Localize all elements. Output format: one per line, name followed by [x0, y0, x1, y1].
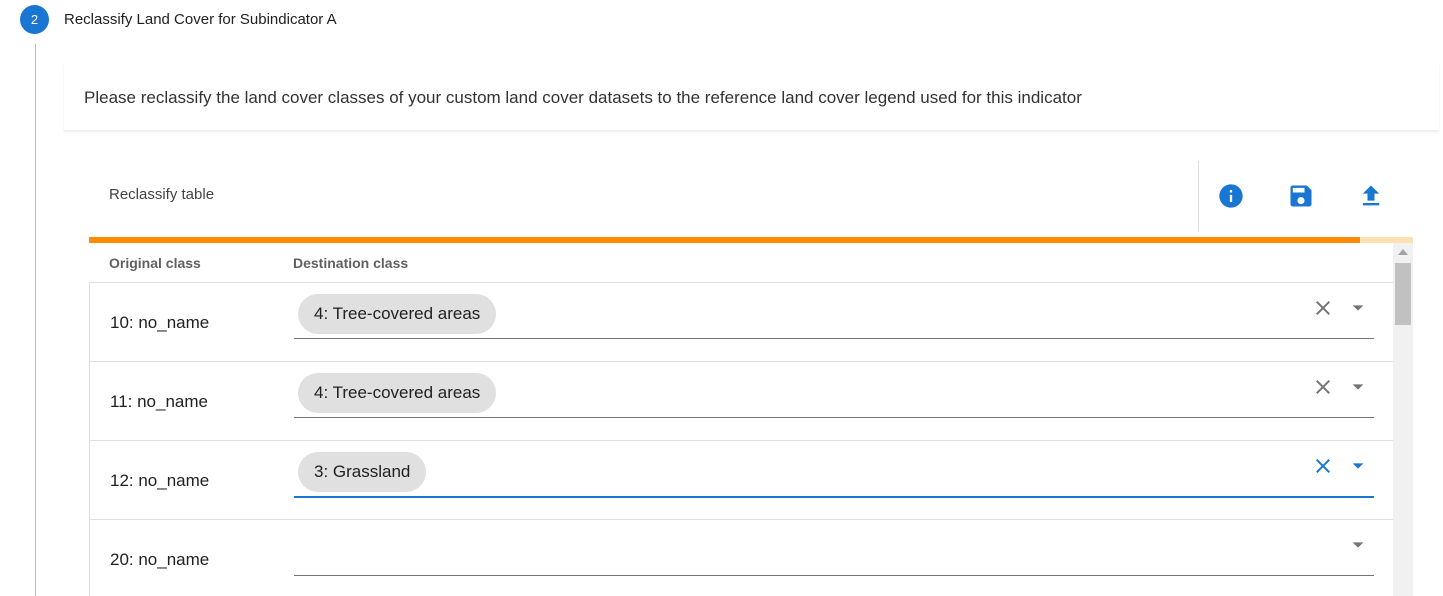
instructions-card: Please reclassify the land cover classes… — [64, 64, 1439, 131]
upload-button[interactable] — [1355, 180, 1387, 212]
chevron-down-icon — [1352, 542, 1364, 548]
chevron-down-icon — [1352, 384, 1364, 390]
clear-selection-button[interactable] — [1310, 374, 1336, 400]
info-icon — [1219, 184, 1243, 208]
close-icon — [1316, 459, 1330, 473]
dropdown-toggle[interactable] — [1348, 537, 1368, 553]
step-title: Reclassify Land Cover for Subindicator A — [64, 10, 337, 28]
instructions-text: Please reclassify the land cover classes… — [84, 88, 1082, 107]
table-row: 12: no_name 3: Grassland — [89, 441, 1393, 520]
destination-class-select[interactable]: 3: Grassland — [294, 450, 1374, 498]
close-icon — [1316, 301, 1330, 315]
table-scrollbar[interactable] — [1393, 243, 1413, 596]
chevron-down-icon — [1352, 305, 1364, 311]
scroll-up-arrow-icon[interactable] — [1398, 249, 1408, 255]
destination-class-chip[interactable]: 3: Grassland — [298, 452, 427, 492]
original-class-cell: 20: no_name — [110, 550, 210, 569]
destination-class-chip[interactable]: 4: Tree-covered areas — [298, 294, 497, 334]
original-class-cell: 10: no_name — [110, 313, 210, 332]
step-connector-line — [35, 44, 36, 596]
close-icon — [1316, 380, 1330, 394]
destination-class-select[interactable]: 4: Tree-covered areas — [294, 371, 1374, 418]
column-header-destination-class[interactable]: Destination class — [293, 255, 408, 271]
clear-selection-button[interactable] — [1310, 295, 1336, 321]
dropdown-toggle[interactable] — [1348, 458, 1368, 474]
destination-class-select[interactable]: 4: Tree-covered areas — [294, 292, 1374, 339]
save-button[interactable] — [1285, 180, 1317, 212]
original-class-cell: 11: no_name — [110, 392, 208, 411]
clear-selection-button[interactable] — [1310, 453, 1336, 479]
table-header: Original class Destination class — [89, 243, 1393, 283]
reclassify-table: Original class Destination class 10: no_… — [89, 243, 1413, 596]
original-class-cell: 12: no_name — [110, 471, 210, 490]
dropdown-toggle[interactable] — [1348, 379, 1368, 395]
column-header-original-class[interactable]: Original class — [109, 255, 201, 271]
info-button[interactable] — [1215, 180, 1247, 212]
destination-class-select[interactable] — [294, 529, 1374, 576]
toolbar-divider — [1198, 161, 1199, 232]
table-row: 11: no_name 4: Tree-covered areas — [89, 362, 1393, 441]
table-row: 20: no_name — [89, 520, 1393, 596]
chevron-down-icon — [1352, 463, 1364, 469]
step-header[interactable]: 2 Reclassify Land Cover for Subindicator… — [20, 4, 337, 34]
table-body: 10: no_name 4: Tree-covered areas 11: no… — [89, 283, 1393, 596]
toolbar-title: Reclassify table — [109, 186, 215, 203]
step-number-badge: 2 — [20, 4, 49, 34]
scrollbar-thumb[interactable] — [1395, 263, 1411, 325]
table-row: 10: no_name 4: Tree-covered areas — [89, 283, 1393, 362]
upload-icon — [1362, 185, 1380, 206]
save-icon — [1290, 185, 1312, 207]
destination-class-chip[interactable]: 4: Tree-covered areas — [298, 373, 497, 413]
dropdown-toggle[interactable] — [1348, 300, 1368, 316]
